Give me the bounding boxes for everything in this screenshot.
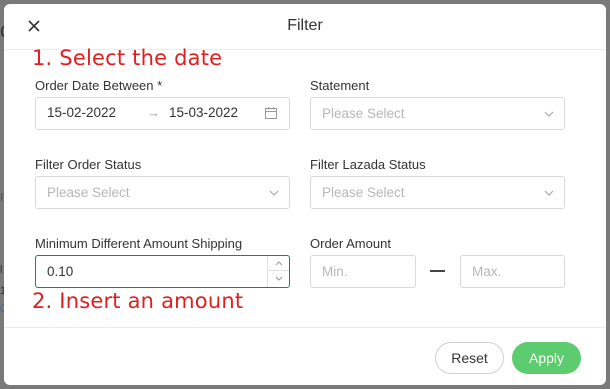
chevron-down-icon (544, 111, 554, 117)
chevron-down-icon (544, 190, 554, 196)
annotation-step-2: 2. Insert an amount (32, 289, 244, 313)
chevron-up-icon (275, 261, 282, 266)
reset-button[interactable]: Reset (435, 342, 504, 374)
order-amount-min-placeholder: Min. (322, 264, 348, 279)
min-diff-amount-value[interactable]: 0.10 (36, 264, 73, 279)
order-date-end[interactable]: 15-03-2022 (169, 105, 238, 120)
stepper-up-button[interactable] (268, 256, 289, 271)
lazada-status-label: Filter Lazada Status (310, 157, 426, 172)
order-status-label: Filter Order Status (35, 157, 142, 172)
order-amount-max-input[interactable]: Max. (460, 255, 565, 288)
order-amount-min-input[interactable]: Min. (310, 255, 416, 288)
amount-stepper[interactable] (267, 256, 289, 287)
order-amount-label: Order Amount (310, 236, 391, 251)
filter-modal: Filter 1. Select the date Order Date Bet… (4, 4, 606, 385)
backdrop-fragment: l (0, 264, 3, 276)
range-arrow-icon: → (147, 105, 160, 120)
order-status-placeholder: Please Select (47, 185, 130, 200)
order-date-start[interactable]: 15-02-2022 (47, 105, 116, 120)
min-diff-amount-label: Minimum Different Amount Shipping (35, 236, 243, 251)
calendar-icon (265, 107, 277, 119)
order-date-range-picker[interactable]: 15-02-2022 → 15-03-2022 (35, 97, 290, 130)
lazada-status-placeholder: Please Select (322, 185, 405, 200)
statement-select[interactable]: Please Select (310, 97, 565, 130)
apply-button[interactable]: Apply (512, 342, 581, 374)
modal-title: Filter (287, 17, 323, 34)
order-amount-max-placeholder: Max. (472, 264, 502, 279)
range-dash (430, 270, 445, 272)
statement-placeholder: Please Select (322, 106, 405, 121)
order-date-label: Order Date Between * (35, 78, 163, 93)
chevron-down-icon (269, 190, 279, 196)
lazada-status-select[interactable]: Please Select (310, 176, 565, 209)
statement-label: Statement (310, 78, 370, 93)
chevron-down-icon (275, 276, 282, 281)
min-diff-amount-input[interactable]: 0.10 (35, 255, 290, 288)
annotation-step-1: 1. Select the date (32, 46, 223, 70)
modal-header: Filter (4, 4, 606, 50)
order-status-select[interactable]: Please Select (35, 176, 290, 209)
modal-footer: Reset Apply (4, 327, 606, 385)
stepper-down-button[interactable] (268, 271, 289, 286)
